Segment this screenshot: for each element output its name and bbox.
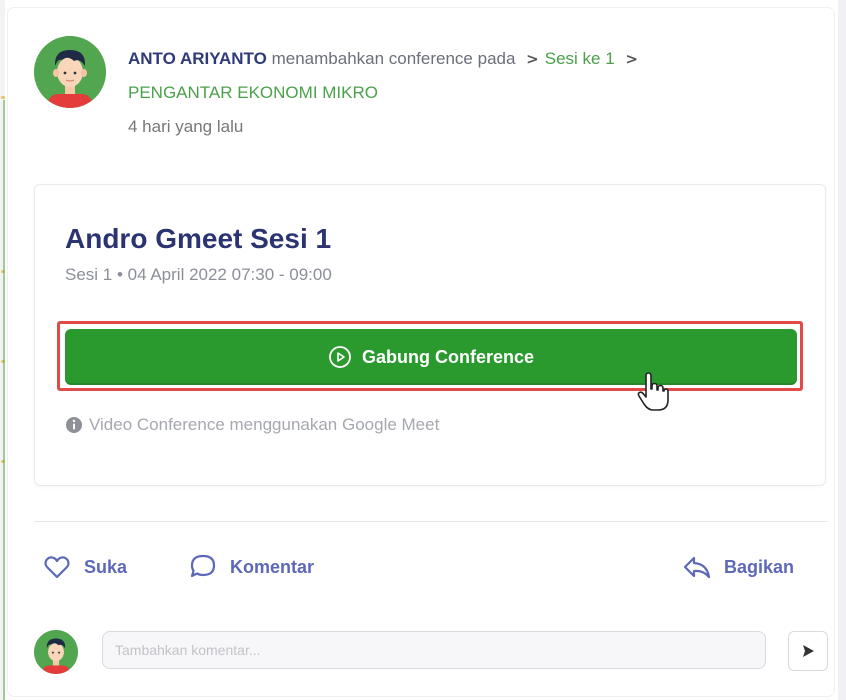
pointer-cursor-icon: [637, 372, 669, 411]
comment-input[interactable]: [102, 631, 766, 669]
left-edge-strip: [0, 0, 5, 700]
chevron-right-icon: >: [625, 50, 638, 68]
highlight-box: [57, 321, 803, 391]
edge-accent-line: [3, 100, 5, 700]
comment-label: Komentar: [230, 556, 315, 577]
conference-schedule: Sesi 1 • 04 April 2022 07:30 - 09:00: [65, 265, 332, 284]
action-text: menambahkan conference pada: [271, 49, 516, 68]
post-header: ANTO ARIYANTO menambahkan conference pad…: [128, 42, 798, 144]
author-name[interactable]: ANTO ARIYANTO: [128, 49, 267, 68]
breadcrumb-course[interactable]: PENGANTAR EKONOMI MIKRO: [128, 83, 378, 102]
chevron-right-icon: >: [526, 50, 539, 68]
conference-info-text: Video Conference menggunakan Google Meet: [89, 415, 440, 434]
conference-title: Andro Gmeet Sesi 1: [65, 223, 332, 254]
send-icon: [803, 645, 814, 657]
divider: [34, 521, 828, 522]
right-edge-strip: [838, 0, 846, 700]
current-user-avatar: [34, 630, 78, 674]
conference-card: Andro Gmeet Sesi 1 Sesi 1 • 04 April 202…: [34, 184, 826, 486]
comment-icon: [190, 554, 216, 578]
info-icon: [66, 417, 82, 433]
post-time: 4 hari yang lalu: [128, 117, 244, 136]
like-label: Suka: [84, 556, 128, 577]
like-button[interactable]: Suka: [42, 552, 127, 582]
breadcrumb-session[interactable]: Sesi ke 1: [545, 49, 615, 68]
share-icon: [683, 556, 711, 579]
send-comment-button[interactable]: [788, 631, 828, 671]
conference-info: Video Conference menggunakan Google Meet: [65, 415, 439, 435]
edge-marker: [1, 96, 5, 99]
avatar[interactable]: [34, 36, 106, 108]
heart-icon: [44, 556, 70, 579]
comment-button[interactable]: Komentar: [188, 552, 314, 582]
share-button[interactable]: Bagikan: [682, 552, 794, 582]
share-label: Bagikan: [724, 556, 795, 577]
